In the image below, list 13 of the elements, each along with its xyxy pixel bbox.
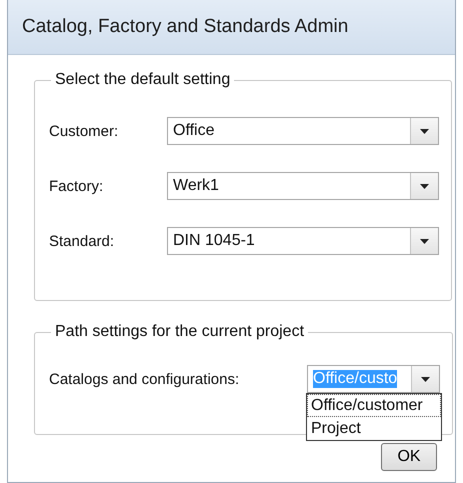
group-legend: Path settings for the current project <box>51 323 308 341</box>
field-label: Catalogs and configurations: <box>49 370 240 388</box>
group-legend: Select the default setting <box>51 71 234 89</box>
window-title: Catalog, Factory and Standards Admin <box>22 16 348 38</box>
dropdown-field[interactable]: Office <box>167 117 439 145</box>
field-label: Standard: <box>49 232 116 250</box>
dropdown-option[interactable]: Project <box>307 417 441 440</box>
dropdown-field[interactable]: DIN 1045-1 <box>167 227 439 255</box>
field-label: Factory: <box>49 178 104 194</box>
dropdown-option[interactable]: Office/customer <box>307 394 441 417</box>
field-label: Customer: <box>49 122 120 140</box>
ok-button[interactable]: OK <box>381 443 437 471</box>
dropdown-field[interactable]: Werk1 <box>167 172 439 200</box>
